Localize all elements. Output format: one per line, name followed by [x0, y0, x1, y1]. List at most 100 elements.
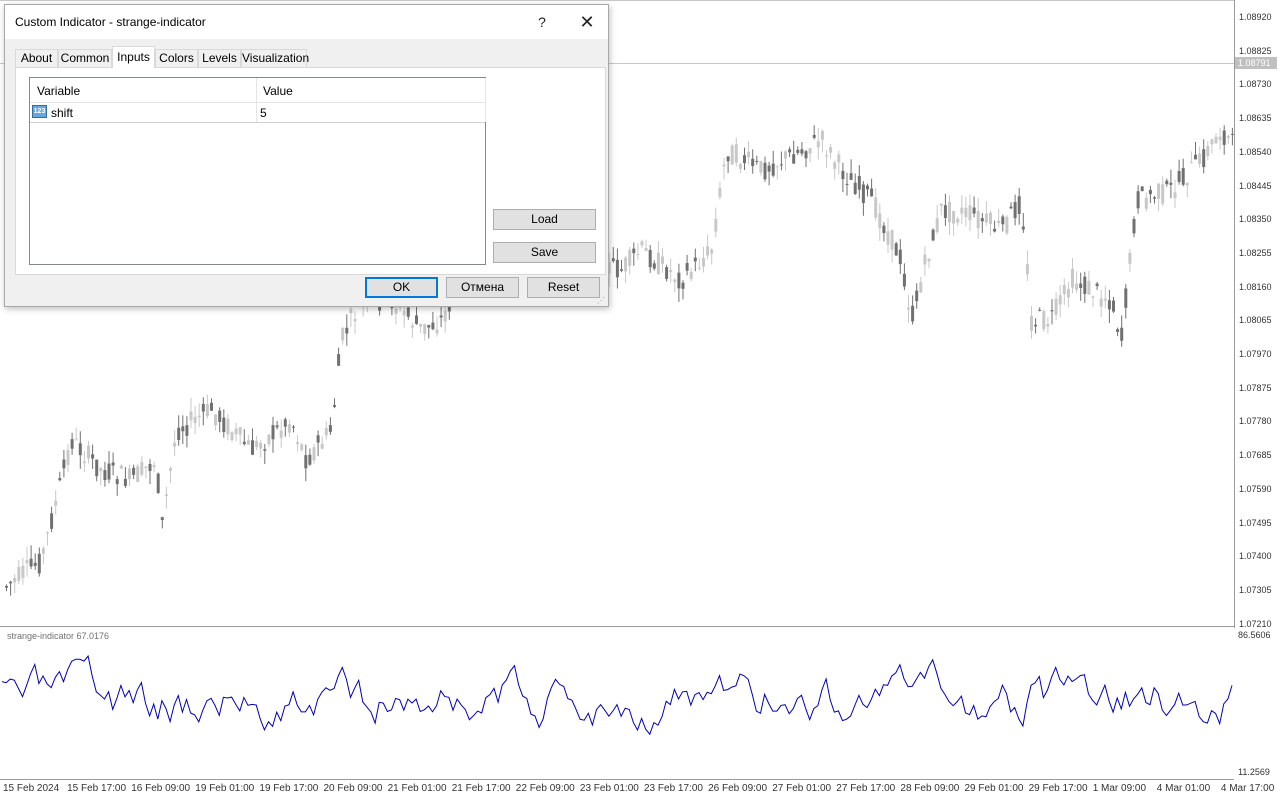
column-variable[interactable]: Variable: [37, 84, 80, 98]
candle-body: [443, 310, 447, 322]
candle-body: [9, 581, 13, 584]
load-button[interactable]: Load: [493, 209, 596, 230]
candle-body: [763, 162, 767, 180]
table-row[interactable]: 123 shift 5: [30, 102, 485, 123]
candle-body: [423, 324, 427, 334]
candle-body: [784, 151, 787, 159]
tab-about[interactable]: About: [15, 49, 58, 67]
candle-body: [706, 246, 710, 256]
candle-body: [1218, 136, 1222, 141]
candle-body: [1066, 289, 1070, 298]
resize-grip-icon[interactable]: ⋰: [597, 296, 607, 306]
candle-body: [1177, 171, 1181, 182]
candle-body: [1058, 295, 1062, 305]
candle-body: [902, 273, 906, 287]
candle-body: [251, 440, 254, 455]
inputs-panel: Variable Value 123 shift 5 Load Save: [15, 67, 606, 275]
candle-body: [1169, 182, 1173, 185]
close-icon[interactable]: ✕: [570, 11, 604, 33]
tab-common[interactable]: Common: [58, 49, 112, 67]
time-tick-label: 4 Mar 17:00: [1220, 783, 1275, 794]
candle-body: [296, 442, 300, 445]
tab-visualization[interactable]: Visualization: [241, 49, 309, 67]
variable-value[interactable]: 5: [260, 106, 267, 120]
tab-inputs[interactable]: Inputs: [112, 46, 155, 68]
ok-button[interactable]: OK: [365, 277, 438, 298]
candle-body: [259, 442, 263, 449]
candle-body: [857, 175, 861, 190]
candle-body: [271, 425, 275, 440]
candle-body: [956, 218, 960, 223]
candle-body: [644, 247, 648, 252]
candle-body: [849, 173, 853, 180]
price-tick-label: 1.07400: [1239, 551, 1272, 562]
candle-body: [308, 454, 312, 465]
candle-body: [714, 219, 718, 232]
integer-type-icon: 123: [32, 105, 47, 118]
candle-body: [205, 404, 209, 417]
tab-colors[interactable]: Colors: [155, 49, 198, 67]
inputs-grid[interactable]: Variable Value 123 shift 5: [29, 77, 486, 265]
column-value[interactable]: Value: [263, 84, 293, 98]
candle-body: [1009, 206, 1013, 209]
candle-body: [287, 424, 291, 433]
candle-body: [316, 435, 320, 443]
candle-body: [78, 443, 82, 456]
time-tick-label: 26 Feb 09:00: [708, 783, 768, 794]
candle-body: [898, 249, 902, 265]
candle-body: [341, 327, 345, 341]
candle-body: [87, 445, 90, 459]
candle-body: [41, 548, 45, 554]
price-tick-label: 1.08350: [1239, 214, 1272, 225]
candle-body: [54, 500, 58, 506]
candle-body: [1206, 145, 1210, 157]
candle-body: [681, 282, 685, 289]
price-tick-label: 1.08540: [1239, 146, 1272, 157]
indicator-label: strange-indicator 67.0176: [7, 631, 110, 641]
reset-button[interactable]: Reset: [527, 277, 600, 298]
candle-body: [1140, 186, 1144, 192]
price-tick-label: 1.08635: [1239, 113, 1272, 124]
candle-body: [1001, 216, 1005, 225]
candle-body: [246, 440, 250, 445]
candle-body: [328, 425, 332, 432]
indicator-chart[interactable]: [0, 628, 1280, 780]
candle-body: [702, 258, 705, 267]
candle-body: [33, 562, 37, 566]
candle-body: [402, 311, 406, 316]
candle-body: [808, 148, 812, 154]
candle-body: [743, 155, 746, 164]
candle-body: [767, 165, 771, 172]
candle-body: [845, 183, 849, 185]
candle-body: [870, 188, 874, 197]
candle-body: [148, 464, 152, 471]
candle-body: [1120, 327, 1124, 341]
candle-body: [1087, 280, 1091, 295]
candle-body: [825, 155, 828, 157]
candle-body: [1107, 300, 1111, 310]
cancel-button[interactable]: Отмена: [446, 277, 519, 298]
candle-body: [697, 267, 701, 269]
candle-body: [123, 478, 127, 486]
help-button[interactable]: ?: [525, 11, 559, 33]
candle-body: [1046, 323, 1050, 327]
candle-body: [275, 425, 279, 428]
tab-levels[interactable]: Levels: [198, 49, 241, 67]
candle-body: [853, 182, 857, 194]
candle-body: [197, 415, 201, 418]
candle-body: [632, 248, 636, 254]
candle-body: [160, 517, 164, 520]
price-tick-label: 1.07495: [1239, 517, 1272, 528]
candle-body: [800, 149, 804, 154]
candle-body: [267, 434, 271, 445]
time-tick-label: 19 Feb 17:00: [259, 783, 319, 794]
candle-body: [5, 586, 8, 588]
candle-body: [1054, 298, 1058, 315]
candle-body: [759, 161, 763, 173]
candle-body: [107, 463, 111, 480]
save-button[interactable]: Save: [493, 242, 596, 263]
candle-body: [907, 307, 910, 310]
candle-body: [952, 211, 956, 224]
dialog-titlebar[interactable]: Custom Indicator - strange-indicator ? ✕: [5, 5, 608, 39]
candle-body: [1025, 264, 1029, 275]
